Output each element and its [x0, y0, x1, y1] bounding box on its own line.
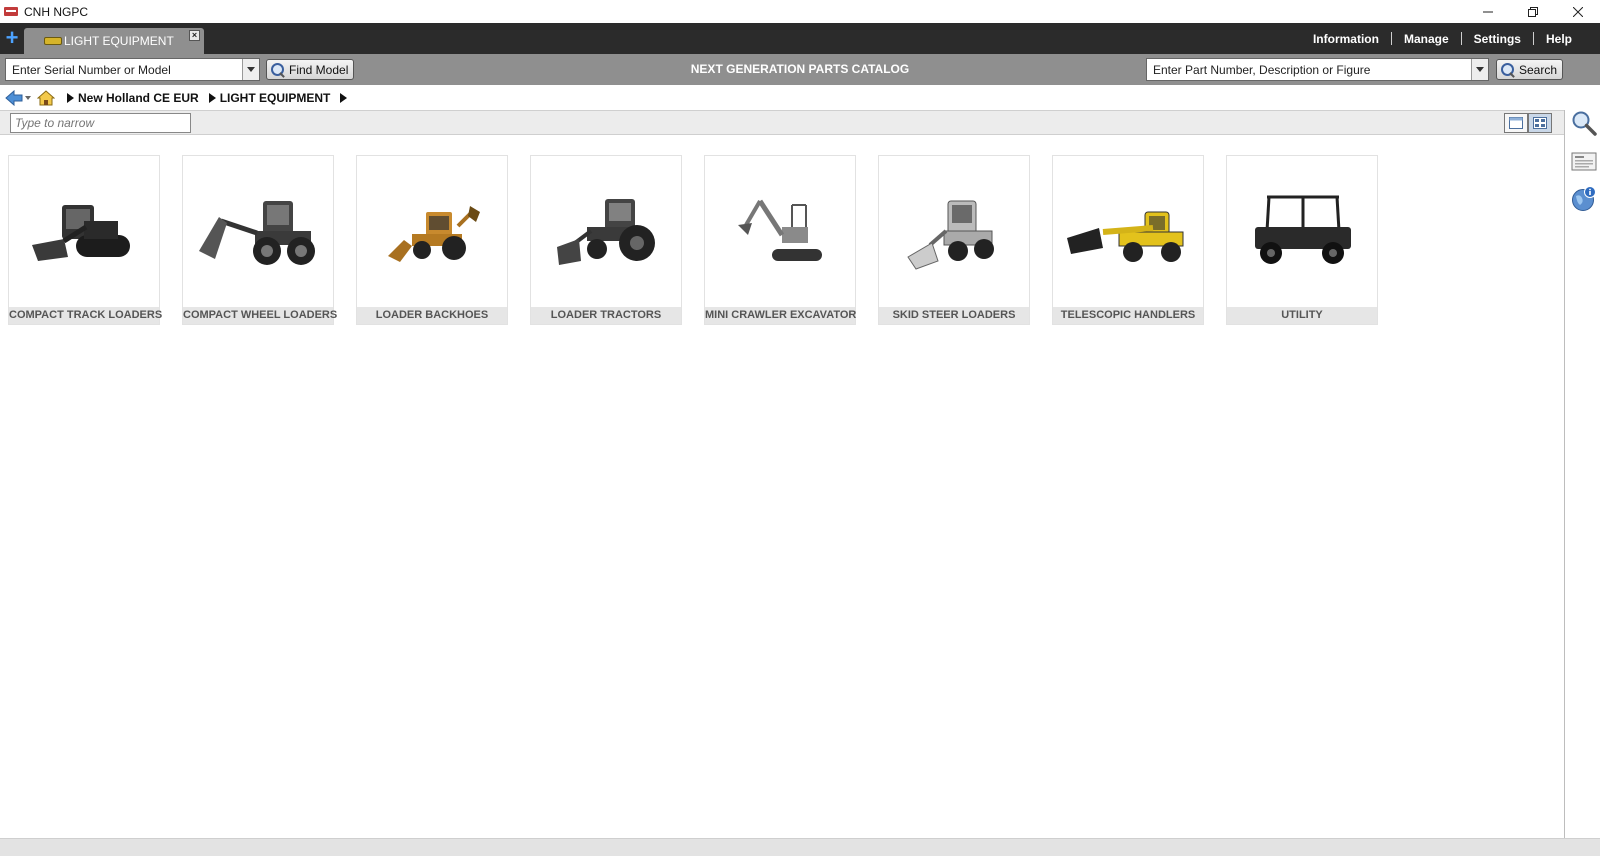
close-icon — [1572, 6, 1583, 17]
narrow-filter-input[interactable] — [10, 113, 191, 133]
breadcrumb-label: LIGHT EQUIPMENT — [219, 90, 331, 105]
restore-button[interactable] — [1510, 0, 1555, 23]
list-view-button[interactable] — [1504, 113, 1528, 133]
window-titlebar: CNH NGPC — [0, 0, 1600, 23]
list-view-icon — [1509, 117, 1523, 129]
app-logo-icon — [4, 7, 18, 16]
part-search-input[interactable]: Enter Part Number, Description or Figure — [1147, 63, 1471, 77]
menu-manage[interactable]: Manage — [1392, 32, 1461, 46]
grid-view-icon — [1533, 117, 1547, 129]
search-icon — [271, 62, 285, 77]
chevron-down-icon[interactable] — [1471, 59, 1488, 80]
minimize-button[interactable] — [1465, 0, 1510, 23]
category-label: TELESCOPIC HANDLERS — [1053, 307, 1203, 324]
news-icon[interactable] — [1571, 148, 1597, 174]
chevron-down-icon[interactable] — [242, 59, 259, 80]
breadcrumb-item-light-equipment[interactable]: LIGHT EQUIPMENT — [208, 90, 331, 105]
category-tile-telescopic-handlers[interactable]: TELESCOPIC HANDLERS — [1052, 155, 1204, 325]
window-controls — [1465, 0, 1600, 23]
telehandler-icon — [1067, 211, 1184, 262]
category-grid: COMPACT TRACK LOADERS COMPACT WHEEL LOAD… — [8, 155, 1400, 325]
window-title: CNH NGPC — [24, 4, 89, 19]
breadcrumb-label: New Holland CE EUR — [78, 90, 199, 105]
category-tile-utility[interactable]: UTILITY — [1226, 155, 1378, 325]
utility-vehicle-icon — [1255, 195, 1351, 264]
minimize-icon — [1482, 11, 1493, 12]
category-label: COMPACT WHEEL LOADERS — [183, 307, 337, 324]
category-tile-mini-crawler-excavator[interactable]: MINI CRAWLER EXCAVATOR — [704, 155, 856, 325]
add-tab-button[interactable]: + — [2, 27, 22, 49]
home-icon[interactable] — [37, 89, 55, 106]
category-label: COMPACT TRACK LOADERS — [9, 307, 162, 324]
category-image — [183, 156, 333, 308]
find-model-button[interactable]: Find Model — [266, 59, 355, 80]
category-tile-loader-backhoes[interactable]: LOADER BACKHOES — [356, 155, 508, 325]
menu-information[interactable]: Information — [1301, 32, 1391, 46]
compact-wheel-loader-icon — [199, 201, 315, 265]
category-label: UTILITY — [1227, 307, 1377, 324]
model-search-input[interactable]: Enter Serial Number or Model — [6, 63, 242, 77]
tab-bar: + LIGHT EQUIPMENT × Information Manage S… — [0, 23, 1600, 54]
model-search-combo[interactable]: Enter Serial Number or Model — [5, 58, 260, 81]
close-window-button[interactable] — [1555, 0, 1600, 23]
category-image — [531, 156, 681, 308]
breadcrumb-item-new-holland[interactable]: New Holland CE EUR — [67, 91, 199, 105]
breadcrumb: New Holland CE EUR LIGHT EQUIPMENT — [0, 85, 1600, 110]
category-label: SKID STEER LOADERS — [879, 307, 1029, 324]
tab-light-equipment[interactable]: LIGHT EQUIPMENT × — [24, 28, 204, 54]
category-label: LOADER BACKHOES — [357, 307, 507, 324]
category-tile-compact-wheel-loaders[interactable]: COMPACT WHEEL LOADERS — [182, 155, 337, 325]
grid-view-button[interactable] — [1528, 113, 1552, 133]
find-model-label: Find Model — [289, 62, 349, 77]
category-tile-compact-track-loaders[interactable]: COMPACT TRACK LOADERS — [8, 155, 162, 325]
category-image — [9, 156, 159, 308]
compact-track-loader-icon — [32, 205, 130, 261]
top-menu: Information Manage Settings Help — [1301, 23, 1584, 54]
category-image — [1227, 156, 1377, 308]
menu-settings[interactable]: Settings — [1462, 32, 1533, 46]
category-tile-skid-steer-loaders[interactable]: SKID STEER LOADERS — [878, 155, 1030, 325]
category-image — [1053, 156, 1203, 308]
search-toolbar: Enter Serial Number or Model Find Model … — [0, 54, 1600, 85]
back-arrow-icon[interactable] — [5, 89, 23, 106]
globe-info-icon[interactable] — [1571, 186, 1597, 212]
category-label: LOADER TRACTORS — [531, 307, 681, 324]
category-image — [357, 156, 507, 308]
loader-icon — [44, 37, 62, 45]
category-image — [879, 156, 1029, 308]
tab-label: LIGHT EQUIPMENT — [64, 34, 174, 48]
filter-bar — [0, 110, 1564, 135]
view-toggle — [1504, 113, 1552, 133]
breadcrumb-arrow-icon — [67, 92, 74, 103]
plus-icon: + — [5, 25, 19, 50]
search-button[interactable]: Search — [1496, 59, 1564, 80]
restore-icon — [1527, 6, 1538, 17]
search-icon — [1501, 62, 1515, 77]
loader-tractor-icon — [557, 199, 655, 265]
tool-rail — [1564, 110, 1600, 838]
search-label: Search — [1519, 62, 1558, 77]
breadcrumb-next-arrow-icon[interactable] — [340, 92, 348, 103]
history-dropdown-icon[interactable] — [25, 95, 31, 100]
search-icon[interactable] — [1571, 110, 1597, 136]
menu-help[interactable]: Help — [1534, 32, 1584, 46]
part-search-combo[interactable]: Enter Part Number, Description or Figure — [1146, 58, 1489, 81]
breadcrumb-arrow-icon — [208, 92, 216, 103]
category-image — [705, 156, 855, 308]
mini-excavator-icon — [738, 199, 822, 261]
category-tile-loader-tractors[interactable]: LOADER TRACTORS — [530, 155, 682, 325]
status-bar — [0, 838, 1600, 856]
skid-steer-loader-icon — [907, 200, 994, 270]
tab-close-button[interactable]: × — [189, 30, 200, 41]
category-label: MINI CRAWLER EXCAVATOR — [705, 307, 856, 324]
loader-backhoe-icon — [388, 206, 480, 262]
